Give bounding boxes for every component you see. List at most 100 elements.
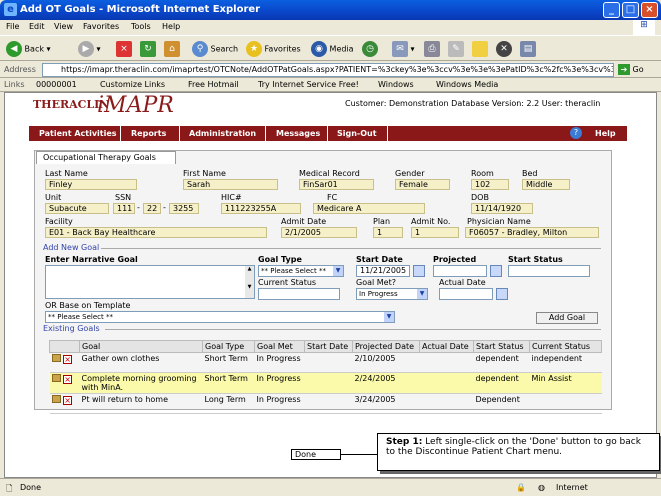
plan-value: 1: [373, 227, 403, 238]
edit-icon[interactable]: [51, 354, 61, 362]
research-button[interactable]: ▤: [520, 41, 536, 57]
stop-button[interactable]: ×: [116, 41, 132, 57]
tab-occupational-therapy-goals[interactable]: Occupational Therapy Goals: [36, 151, 176, 164]
delete-icon[interactable]: ×: [63, 355, 73, 364]
template-select[interactable]: ** Please Select ** ▼: [45, 311, 395, 323]
goal-type-select[interactable]: ** Please Select ** ▼: [258, 265, 344, 277]
research-icon: ▤: [520, 41, 536, 57]
start-date-cell: [304, 393, 353, 414]
edit-button[interactable]: ✎: [448, 41, 464, 57]
nav-messages[interactable]: Messages: [276, 129, 320, 138]
history-button[interactable]: ◷: [362, 41, 378, 57]
menu-file[interactable]: File: [6, 22, 19, 31]
add-goal-button[interactable]: Add Goal: [536, 312, 598, 324]
chevron-down-icon: ▼: [384, 312, 394, 322]
go-button[interactable]: ➔ Go: [618, 64, 644, 75]
current-status-cell: [529, 393, 602, 414]
search-button[interactable]: ⚲ Search: [192, 41, 238, 57]
calendar-icon[interactable]: [496, 288, 508, 300]
facility-value: E01 - Back Bay Healthcare: [45, 227, 267, 238]
projected-label: Projected: [433, 255, 477, 264]
admit-no-label: Admit No.: [411, 217, 451, 226]
menu-bar: File Edit View Favorites Tools Help ⊞: [0, 20, 661, 35]
close-button[interactable]: ×: [641, 2, 658, 18]
chevron-down-icon: ▼: [333, 266, 343, 276]
start-status-label: Start Status: [508, 255, 563, 264]
done-button[interactable]: Done: [291, 449, 341, 460]
table-row: × Gather own clothes Short Term In Progr…: [49, 352, 602, 373]
dob-value: 11/14/1920: [471, 203, 533, 214]
textarea-scrollbar[interactable]: ▲ ▼: [245, 266, 254, 298]
link-hotmail[interactable]: Free Hotmail: [188, 80, 239, 89]
delete-icon[interactable]: ×: [63, 396, 73, 405]
header-current-status: Current Status: [529, 340, 602, 353]
discuss-button[interactable]: [472, 41, 488, 57]
menu-tools[interactable]: Tools: [131, 22, 151, 31]
delete-icon[interactable]: ×: [63, 375, 73, 384]
nav-reports[interactable]: Reports: [131, 129, 166, 138]
minimize-button[interactable]: _: [603, 2, 620, 18]
link-windows[interactable]: Windows: [378, 80, 414, 89]
forward-arrow-icon: ▶: [78, 41, 94, 57]
media-button[interactable]: ◉ Media: [311, 41, 354, 57]
link-00000001[interactable]: 00000001: [36, 80, 77, 89]
current-status-input[interactable]: [258, 288, 340, 300]
bed-value: Middle: [522, 179, 570, 190]
row-actions: ×: [49, 393, 80, 414]
header-projected-date: Projected Date: [352, 340, 420, 353]
globe-icon: ◍: [538, 483, 545, 492]
back-button[interactable]: ◀ Back ▾: [6, 41, 51, 57]
favorites-button[interactable]: ★ Favorites: [246, 41, 301, 57]
messenger-button[interactable]: ✕: [496, 41, 512, 57]
calendar-icon[interactable]: [490, 265, 502, 277]
existing-goals-table: Goal Goal Type Goal Met Start Date Proje…: [49, 340, 602, 414]
nav-separator: [265, 126, 266, 141]
refresh-button[interactable]: ↻: [140, 41, 156, 57]
maximize-button[interactable]: □: [622, 2, 639, 18]
header-goal-met: Goal Met: [254, 340, 305, 353]
nav-administration[interactable]: Administration: [189, 129, 256, 138]
nav-separator: [327, 126, 328, 141]
actual-date-input[interactable]: [439, 288, 493, 300]
address-bar: Address https://imapr.theraclin.com/imap…: [0, 61, 661, 78]
start-date-input[interactable]: 11/21/2005: [356, 265, 410, 277]
nav-patient-activities[interactable]: Patient Activities: [39, 129, 117, 138]
print-button[interactable]: ⎙: [424, 41, 440, 57]
nav-help[interactable]: Help: [595, 129, 616, 138]
edit-icon[interactable]: [51, 374, 61, 382]
windows-logo-icon: ⊞: [633, 20, 655, 35]
link-internet-service[interactable]: Try Internet Service Free!: [258, 80, 359, 89]
bed-label: Bed: [522, 169, 538, 178]
menu-favorites[interactable]: Favorites: [83, 22, 119, 31]
callout-pointer: [341, 454, 379, 455]
nav-sign-out[interactable]: Sign-Out: [337, 129, 377, 138]
media-icon: ◉: [311, 41, 327, 57]
page-content: THERACLIN iMAPR Customer: Demonstration …: [4, 92, 660, 478]
goal-met-selected: In Progress: [359, 290, 398, 298]
calendar-icon[interactable]: [413, 265, 425, 277]
header-goal: Goal: [79, 340, 203, 353]
forward-button[interactable]: ▶ ▾: [78, 41, 101, 57]
start-status-input[interactable]: [508, 265, 590, 277]
menu-view[interactable]: View: [54, 22, 73, 31]
last-name-value: Finley: [45, 179, 137, 190]
help-icon[interactable]: ?: [570, 127, 582, 139]
physician-label: Physician Name: [467, 217, 531, 226]
edit-icon[interactable]: [51, 395, 61, 403]
menu-edit[interactable]: Edit: [29, 22, 45, 31]
menu-help[interactable]: Help: [162, 22, 180, 31]
mail-button[interactable]: ✉ ▾: [392, 41, 415, 57]
projected-date-input[interactable]: [433, 265, 487, 277]
ssn-dash: -: [163, 203, 166, 212]
home-button[interactable]: ⌂: [164, 41, 180, 57]
actual-date-cell: [419, 372, 474, 394]
link-windows-media[interactable]: Windows Media: [436, 80, 498, 89]
address-input[interactable]: https://imapr.theraclin.com/imaprtest/OT…: [42, 63, 614, 77]
actual-date-cell: [419, 352, 474, 373]
projected-date-cell: 2/24/2005: [352, 372, 420, 394]
admit-date-value: 2/1/2005: [281, 227, 357, 238]
link-customize[interactable]: Customize Links: [100, 80, 165, 89]
goal-met-select[interactable]: In Progress ▼: [356, 288, 428, 300]
narrative-goal-textarea[interactable]: [45, 265, 255, 299]
add-new-goal-heading: Add New Goal: [43, 243, 100, 252]
